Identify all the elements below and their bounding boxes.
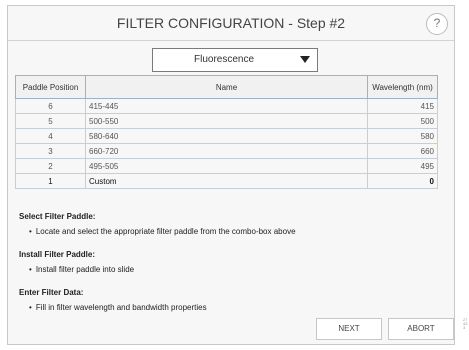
paddle-position-cell: 4	[15, 128, 86, 144]
bullet-icon: •	[29, 265, 32, 274]
window-title: FILTER CONFIGURATION - Step #2	[116, 15, 346, 31]
instruction-item: • Fill in filter wavelength and bandwidt…	[29, 303, 296, 312]
filter-name-input[interactable]: Custom	[85, 173, 368, 189]
instructions-panel: Select Filter Paddle: • Locate and selec…	[19, 212, 296, 326]
wavelength-cell[interactable]: 580	[367, 128, 438, 144]
table-row[interactable]: 2 495-505 495	[15, 158, 438, 174]
wavelength-cell[interactable]: 500	[367, 113, 438, 129]
table-row[interactable]: 5 500-550 500	[15, 113, 438, 129]
instruction-text-select: Locate and select the appropriate filter…	[35, 227, 296, 236]
paddle-position-cell: 6	[15, 98, 86, 114]
wavelength-cell[interactable]: 660	[367, 143, 438, 159]
instruction-item: • Install filter paddle into slide	[29, 265, 296, 274]
instruction-text-enter: Fill in filter wavelength and bandwidth …	[35, 303, 207, 312]
paddle-position-cell: 5	[15, 113, 86, 129]
instruction-heading-install: Install Filter Paddle:	[19, 250, 96, 259]
paddle-position-cell: 3	[15, 143, 86, 159]
paddle-position-cell: 2	[15, 158, 86, 174]
edge-code: 27433	[463, 317, 468, 330]
instruction-heading-enter: Enter Filter Data:	[19, 288, 84, 297]
next-button[interactable]: NEXT	[316, 318, 382, 340]
filter-name-cell[interactable]: 415-445	[85, 98, 368, 114]
instruction-heading-select: Select Filter Paddle:	[19, 212, 96, 221]
paddle-position-cell: 1	[15, 173, 86, 189]
column-header-paddle-position: Paddle Position	[15, 75, 86, 99]
filter-name-cell[interactable]: 500-550	[85, 113, 368, 129]
instruction-text-install: Install filter paddle into slide	[35, 265, 135, 274]
filter-name-cell[interactable]: 660-720	[85, 143, 368, 159]
bullet-icon: •	[29, 303, 32, 312]
filter-name-cell[interactable]: 495-505	[85, 158, 368, 174]
filter-name-cell[interactable]: 580-640	[85, 128, 368, 144]
help-button[interactable]: ?	[426, 13, 448, 35]
filter-table: Paddle Position Name Wavelength (nm) 6 4…	[15, 75, 438, 189]
table-row-custom[interactable]: 1 Custom 0	[15, 173, 438, 189]
column-header-wavelength: Wavelength (nm)	[367, 75, 438, 99]
column-header-name: Name	[85, 75, 368, 99]
table-row[interactable]: 4 580-640 580	[15, 128, 438, 144]
wavelength-input[interactable]: 0	[367, 173, 438, 189]
table-row[interactable]: 3 660-720 660	[15, 143, 438, 159]
combo-selected-value: Fluorescence	[193, 54, 255, 65]
wavelength-cell[interactable]: 495	[367, 158, 438, 174]
filter-type-combo-box[interactable]: Fluorescence	[152, 48, 318, 72]
chevron-down-icon[interactable]	[300, 56, 310, 63]
bullet-icon: •	[29, 227, 32, 236]
abort-button[interactable]: ABORT	[388, 318, 454, 340]
table-row[interactable]: 6 415-445 415	[15, 98, 438, 114]
table-header-row: Paddle Position Name Wavelength (nm)	[15, 75, 438, 99]
title-bar: FILTER CONFIGURATION - Step #2 ?	[8, 6, 454, 41]
instruction-item: • Locate and select the appropriate filt…	[29, 227, 296, 236]
wavelength-cell[interactable]: 415	[367, 98, 438, 114]
